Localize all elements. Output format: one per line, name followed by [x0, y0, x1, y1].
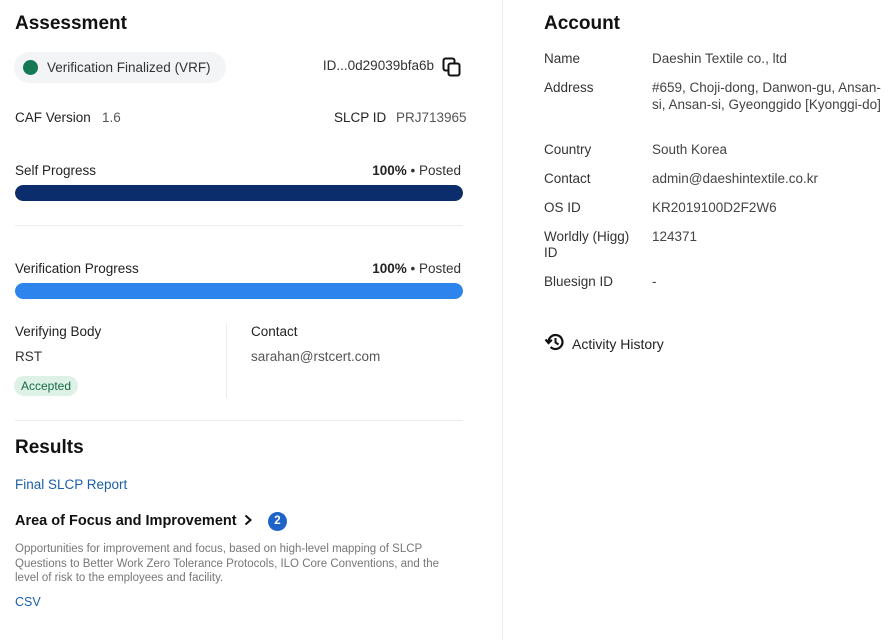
divider — [15, 420, 463, 421]
verification-progress-bar — [15, 283, 463, 299]
account-title: Account — [544, 13, 620, 34]
verification-progress-fill — [15, 283, 463, 299]
account-bluesign-id-label: Bluesign ID — [544, 274, 614, 289]
activity-history-label: Activity History — [572, 335, 664, 352]
verification-progress-label: Verification Progress — [15, 261, 139, 276]
account-worldly-id-value: 124371 — [652, 229, 698, 244]
assessment-panel: Assessment Verification Finalized (VRF) … — [0, 0, 503, 640]
activity-history-button[interactable]: Activity History — [544, 331, 664, 356]
vertical-divider — [226, 323, 227, 398]
account-worldly-id-label: Worldly (Higg) ID — [544, 229, 630, 260]
account-contact-value[interactable]: admin@daeshintextile.co.kr — [652, 171, 882, 188]
caf-version-value: 1.6 — [102, 110, 121, 125]
area-of-focus-title: Area of Focus and Improvement — [15, 513, 237, 529]
divider — [15, 225, 463, 226]
account-contact-label: Contact — [544, 171, 591, 186]
slcp-id-value: PRJ713965 — [396, 110, 467, 125]
self-progress-posted: • Posted — [410, 163, 461, 178]
self-progress-bar — [15, 185, 463, 201]
account-os-id-label: OS ID — [544, 200, 581, 215]
area-of-focus-link[interactable]: Area of Focus and Improvement — [15, 513, 253, 529]
account-name-label: Name — [544, 51, 581, 66]
slcp-id-label: SLCP ID — [334, 110, 387, 125]
chevron-right-icon — [243, 513, 253, 529]
area-description: Opportunities for improvement and focus,… — [15, 543, 440, 584]
final-report-link[interactable]: Final SLCP Report — [15, 477, 127, 492]
assessment-id: ID...0d29039bfa6b — [323, 58, 434, 73]
self-progress-fill — [15, 185, 463, 201]
self-progress-status: 100% • Posted — [372, 163, 461, 178]
copy-icon[interactable] — [441, 56, 463, 78]
area-count-badge: 2 — [268, 512, 287, 531]
assessment-title: Assessment — [15, 13, 127, 34]
verifying-body-value: RST — [15, 349, 42, 364]
account-bluesign-id-value: - — [652, 274, 657, 289]
account-country-label: Country — [544, 142, 592, 157]
account-os-id-value: KR2019100D2F2W6 — [652, 200, 777, 215]
verification-progress-posted: • Posted — [410, 261, 461, 276]
caf-version-label: CAF Version — [15, 110, 91, 125]
account-name-value: Daeshin Textile co., ltd — [652, 51, 787, 66]
self-progress-label: Self Progress — [15, 163, 97, 178]
assessment-id-text: ID...0d29039bfa6b — [322, 58, 434, 73]
results-title: Results — [15, 437, 84, 458]
account-panel: Account Name Daeshin Textile co., ltd Ad… — [504, 0, 890, 640]
accepted-badge: Accepted — [14, 376, 79, 396]
verification-progress-status: 100% • Posted — [372, 261, 461, 276]
verification-progress-percent: 100% — [372, 261, 407, 276]
history-icon — [544, 331, 572, 356]
verifying-body-label: Verifying Body — [15, 324, 102, 339]
contact-email[interactable]: sarahan@rstcert.com — [251, 349, 380, 364]
contact-label: Contact — [251, 324, 298, 339]
status-dot-icon — [23, 60, 38, 75]
account-country-value: South Korea — [652, 142, 728, 157]
self-progress-percent: 100% — [372, 163, 407, 178]
account-address-label: Address — [544, 80, 594, 95]
status-badge: Verification Finalized (VRF) — [14, 52, 226, 83]
account-address-value: #659, Choji-dong, Danwon-gu, Ansan-si, A… — [652, 80, 881, 112]
status-label: Verification Finalized (VRF) — [47, 60, 211, 75]
csv-link[interactable]: CSV — [15, 595, 41, 609]
